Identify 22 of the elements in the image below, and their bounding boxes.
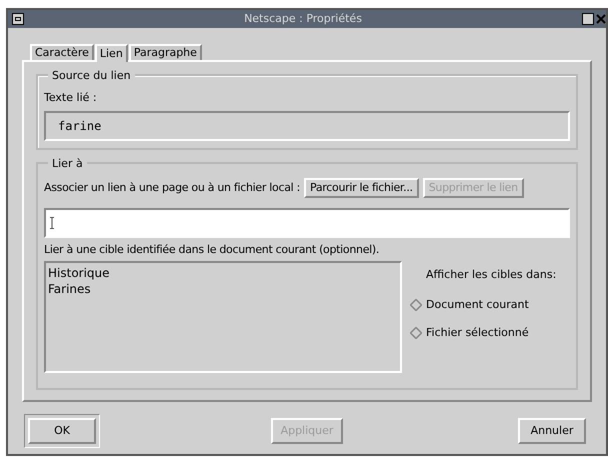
- ok-button[interactable]: OK: [28, 418, 96, 444]
- target-list[interactable]: Historique Farines: [44, 260, 402, 372]
- field-label: Afficher les cibles dans:: [425, 266, 556, 282]
- window-title: Netscape : Propriétés: [244, 10, 362, 27]
- list-item[interactable]: Historique: [48, 264, 110, 280]
- tab[interactable]: Paragraphe: [128, 44, 202, 60]
- tab[interactable]: Caractère: [30, 44, 94, 60]
- radio-button[interactable]: [410, 326, 422, 339]
- list-item[interactable]: Farines: [48, 280, 91, 296]
- field-label: Lier à une cible identifiée dans le document courant (optionnel).: [44, 242, 380, 258]
- maximize-icon[interactable]: [582, 13, 594, 25]
- text-cursor-icon: [50, 217, 54, 229]
- window-menu-icon[interactable]: [12, 13, 24, 25]
- browse-button[interactable]: Parcourir le fichier...: [304, 178, 419, 198]
- tab[interactable]: Lien: [94, 44, 128, 62]
- cancel-button[interactable]: Annuler: [518, 418, 586, 444]
- radio-label: Fichier sélectionné: [426, 324, 529, 340]
- field-label: Texte lié :: [44, 90, 98, 106]
- linked-text-field[interactable]: farine: [44, 110, 570, 140]
- radio-label: Document courant: [426, 297, 529, 313]
- field-label: Associer un lien à une page ou à un fichier local :: [44, 180, 300, 196]
- radio-button[interactable]: [410, 299, 422, 312]
